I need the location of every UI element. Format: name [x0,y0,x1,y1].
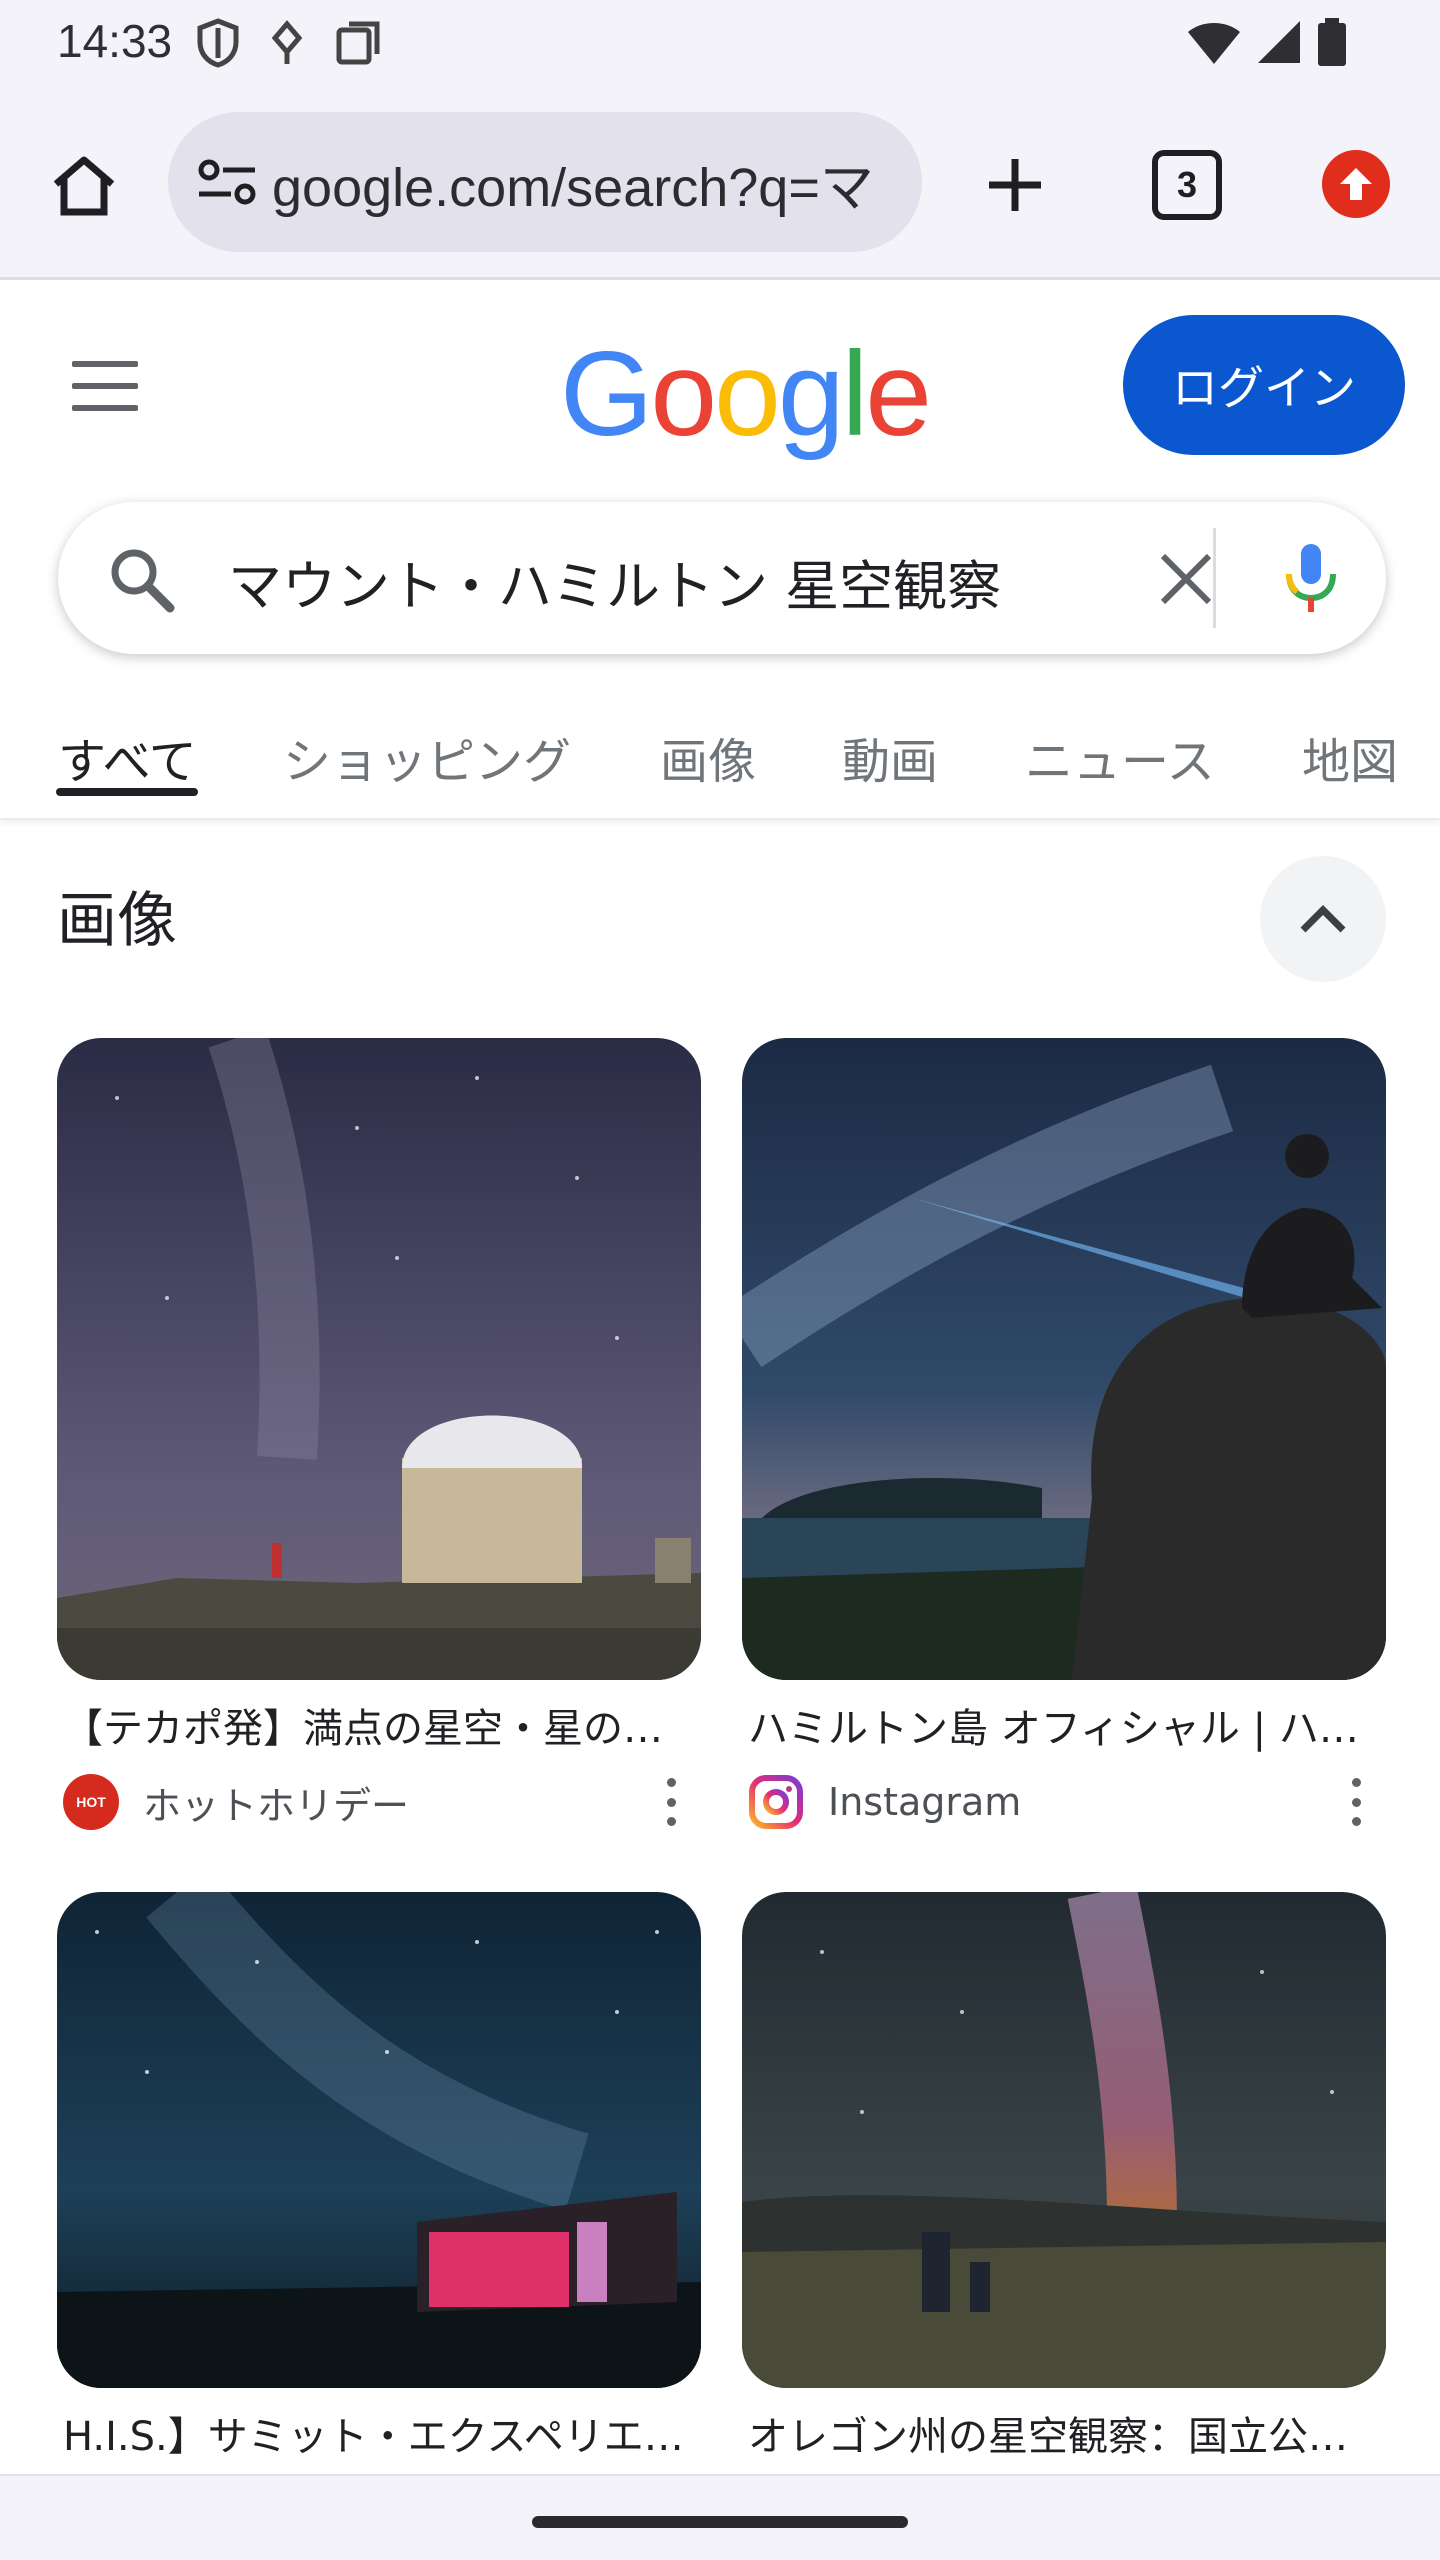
arrow-up-icon [1340,168,1372,200]
image-result[interactable]: 【テカポ発】満点の星空・星の… HOT ホットホリデー [57,1038,701,1832]
plus-icon [989,159,1041,211]
menu-icon[interactable] [72,361,138,411]
collapse-button[interactable] [1260,856,1386,982]
tab-shopping[interactable]: ショッピング [283,722,571,792]
status-bar: 14:33 [0,0,1440,90]
tab-all[interactable]: すべて [58,722,197,792]
search-box[interactable]: マウント・ハミルトン 星空観察 [58,502,1386,654]
result-title[interactable]: H.I.S.】サミット・エクスペリエ… [57,2404,701,2462]
tab-maps[interactable]: 地図 [1302,722,1398,792]
tab-news[interactable]: ニュース [1025,722,1215,792]
image-result[interactable]: オレゴン州の星空観察：国立公… [742,1892,1386,2462]
update-chrome-button[interactable] [1322,150,1390,218]
result-thumbnail[interactable] [742,1038,1386,1680]
status-icons-right [1186,18,1348,66]
search-input[interactable]: マウント・ハミルトン 星空観察 [228,542,1001,621]
source-logo: HOT [63,1774,119,1830]
result-title[interactable]: オレゴン州の星空観察：国立公… [742,2404,1386,2462]
google-header: Google ログイン [0,283,1440,483]
tab-images[interactable]: 画像 [660,722,756,792]
login-button[interactable]: ログイン [1123,315,1405,455]
more-vert-icon[interactable] [1346,1778,1366,1826]
image-result[interactable]: ハミルトン島 オフィシャル | ハ… Instagram [742,1038,1386,1832]
status-time: 14:33 [57,15,173,67]
status-icons-left [195,18,383,68]
instagram-icon [748,1774,804,1830]
result-source[interactable]: HOT ホットホリデー [57,1772,701,1832]
result-source[interactable]: Instagram [742,1772,1386,1832]
copy-icon [336,21,380,65]
voice-search-icon[interactable] [1273,540,1349,616]
section-title: 画像 [57,886,177,956]
result-thumbnail[interactable] [57,1038,701,1680]
source-name: Instagram [828,1780,1022,1824]
image-result[interactable]: H.I.S.】サミット・エクスペリエ… [57,1892,701,2462]
search-icon[interactable] [106,544,176,614]
site-settings-icon[interactable] [192,147,262,217]
home-button[interactable] [48,150,120,222]
result-title[interactable]: ハミルトン島 オフィシャル | ハ… [742,1696,1386,1754]
search-tabs: すべて ショッピング 画像 動画 ニュース 地図 [0,700,1440,820]
result-title[interactable]: 【テカポ発】満点の星空・星の… [57,1696,701,1754]
result-thumbnail[interactable] [742,1892,1386,2388]
battery-icon [1318,18,1346,66]
wifi-icon [1188,23,1240,64]
clear-icon[interactable] [1153,546,1219,612]
more-vert-icon[interactable] [661,1778,681,1826]
chevron-up-icon [1300,905,1346,933]
home-gesture-handle[interactable] [532,2516,908,2528]
vpn-key-icon [271,20,303,64]
shield-icon [197,18,239,68]
google-logo[interactable]: Google [560,325,932,463]
divider [1213,528,1216,628]
address-bar[interactable]: google.com/search?q=マ [168,112,922,252]
result-thumbnail[interactable] [57,1892,701,2388]
system-nav-bar [0,2474,1440,2560]
active-tab-indicator [56,788,198,796]
home-icon [53,156,115,216]
tab-switcher-button[interactable]: 3 [1152,150,1222,220]
new-tab-button[interactable] [975,145,1055,225]
browser-toolbar: google.com/search?q=マ 3 [0,90,1440,280]
url-text: google.com/search?q=マ [272,157,874,218]
cellular-signal-icon [1258,21,1300,63]
tab-videos[interactable]: 動画 [842,722,938,792]
source-name: ホットホリデー [143,1783,410,1828]
